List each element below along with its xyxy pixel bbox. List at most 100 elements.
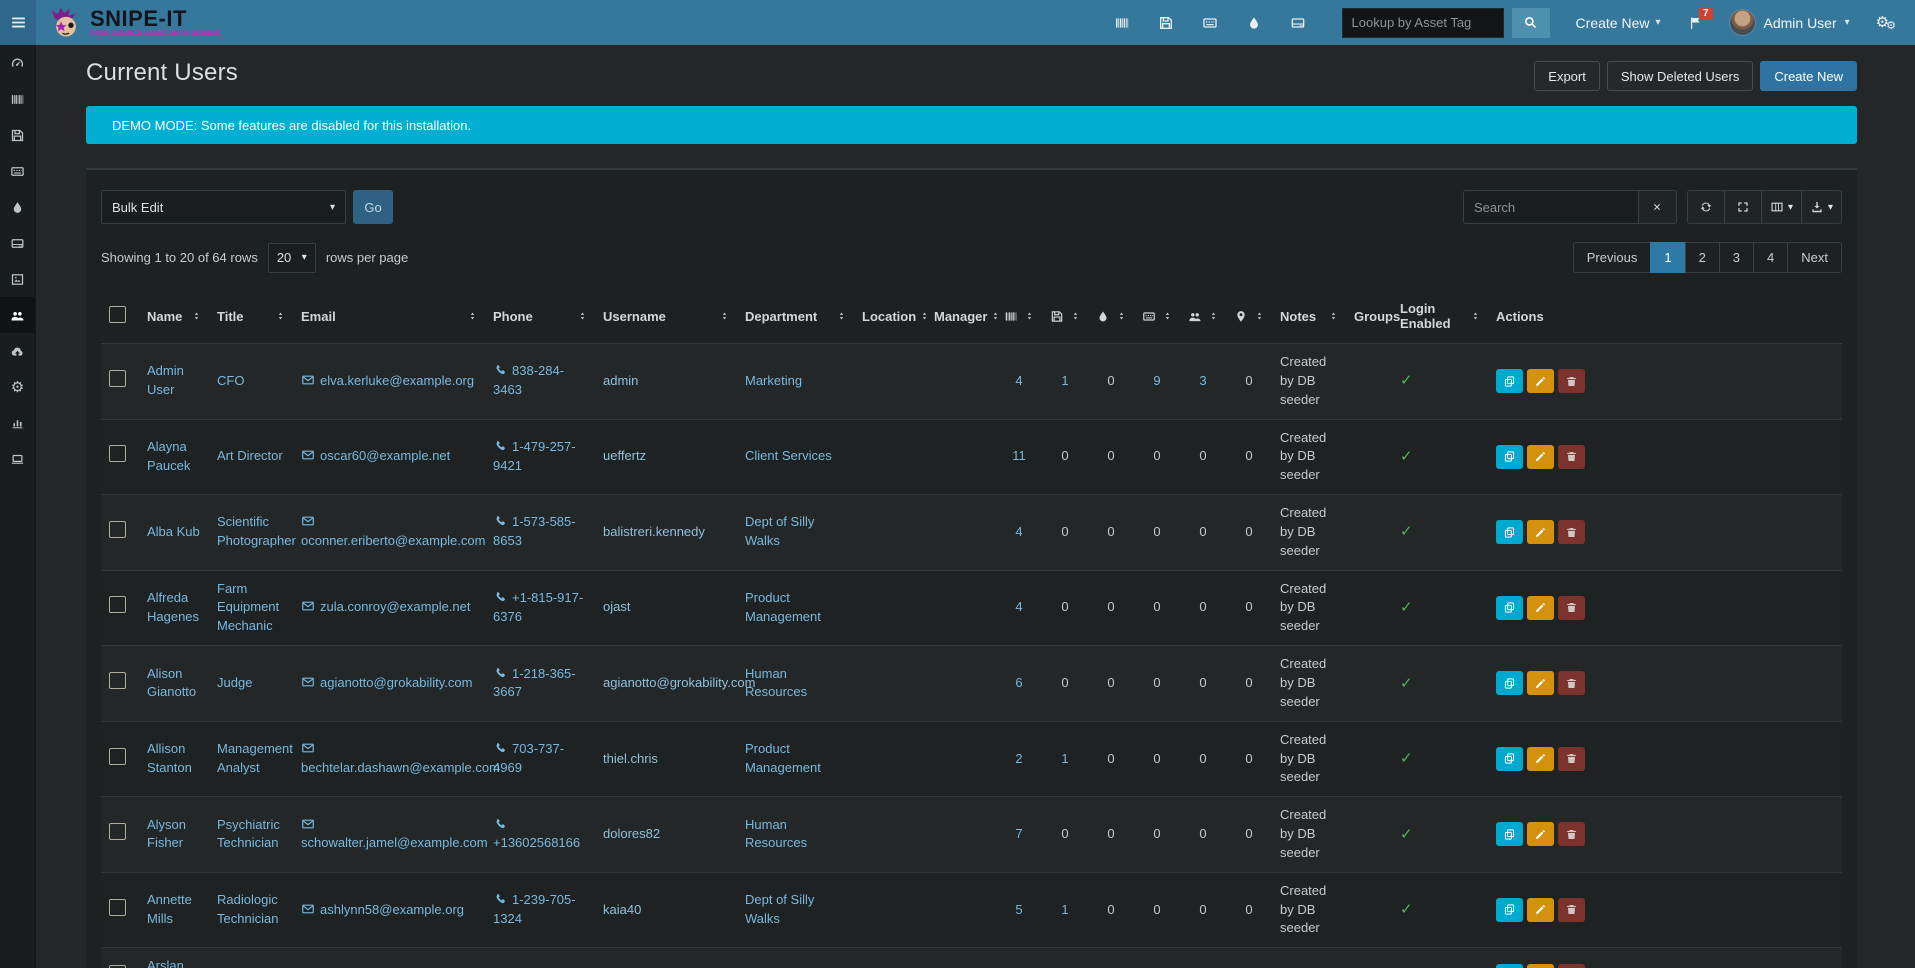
delete-user-button[interactable] (1558, 596, 1585, 620)
user-name-link[interactable]: Alyson Fisher (147, 817, 186, 851)
topbar-components-link[interactable] (1290, 15, 1306, 31)
create-new-button[interactable]: Create New (1760, 61, 1857, 91)
count-link[interactable]: 9 (1153, 372, 1160, 391)
user-name-link[interactable]: Alison Gianotto (147, 666, 196, 700)
user-phone-link[interactable]: 838-284-3463 (493, 363, 564, 397)
sidebar-toggle-button[interactable] (0, 0, 36, 45)
edit-user-button[interactable] (1527, 898, 1554, 922)
show-deleted-users-button[interactable]: Show Deleted Users (1607, 61, 1754, 91)
user-email-link[interactable]: zula.conroy@example.net (301, 599, 471, 614)
sidebar-item-accessories[interactable] (0, 153, 35, 189)
sort-icon[interactable] (192, 309, 201, 323)
count-link[interactable]: 1 (1061, 750, 1068, 769)
user-name-link[interactable]: Annette Mills (147, 892, 192, 926)
edit-user-button[interactable] (1527, 964, 1554, 968)
export-button[interactable]: Export (1534, 61, 1600, 91)
edit-user-button[interactable] (1527, 822, 1554, 846)
alerts-flag-button[interactable]: 7 (1687, 15, 1703, 31)
topbar-create-new-menu[interactable]: Create New ▾ (1576, 15, 1661, 31)
user-name-link[interactable]: Alfreda Hagenes (147, 590, 199, 624)
columns-button[interactable]: ▾ (1761, 190, 1802, 224)
clone-user-button[interactable] (1496, 596, 1523, 620)
page-size-select[interactable]: 20 ▾ (268, 243, 316, 273)
sort-icon[interactable] (1329, 309, 1338, 323)
clone-user-button[interactable] (1496, 445, 1523, 469)
topbar-keyboard-link[interactable] (1202, 15, 1218, 31)
sort-icon[interactable] (991, 309, 1000, 323)
user-title-link[interactable]: Scientific Photographer (217, 514, 296, 548)
user-title-link[interactable]: Management Analyst (217, 741, 293, 775)
count-link[interactable]: 5 (1015, 901, 1022, 920)
user-title-link[interactable]: Farm Equipment Mechanic (217, 581, 279, 634)
count-link[interactable]: 1 (1061, 901, 1068, 920)
admin-settings-button[interactable]: ⚙⚙ (1876, 13, 1893, 32)
bulk-edit-select[interactable]: Bulk Edit ▾ (101, 190, 346, 224)
delete-user-button[interactable] (1558, 964, 1585, 968)
clone-user-button[interactable] (1496, 898, 1523, 922)
user-email-link[interactable]: ashlynn58@example.org (301, 902, 464, 917)
sort-icon[interactable] (1163, 309, 1172, 323)
table-search-input[interactable] (1463, 190, 1639, 224)
sort-icon[interactable] (276, 309, 285, 323)
user-name-link[interactable]: Arslan Khan (147, 958, 184, 968)
count-link[interactable]: 1 (1061, 372, 1068, 391)
topbar-barcode-link[interactable] (1114, 15, 1130, 31)
clone-user-button[interactable] (1496, 671, 1523, 695)
row-checkbox[interactable] (109, 823, 126, 840)
sort-icon[interactable] (578, 309, 587, 323)
sidebar-item-people[interactable] (0, 297, 35, 333)
sort-icon[interactable] (1071, 309, 1080, 323)
user-phone-link[interactable]: 1-573-585-8653 (493, 514, 576, 548)
sidebar-item-dashboard[interactable] (0, 45, 35, 81)
sort-icon[interactable] (1209, 309, 1218, 323)
department-link[interactable]: Human Resources (745, 817, 807, 851)
edit-user-button[interactable] (1527, 596, 1554, 620)
clone-user-button[interactable] (1496, 964, 1523, 968)
edit-user-button[interactable] (1527, 369, 1554, 393)
select-all-checkbox[interactable] (109, 306, 126, 323)
user-name-link[interactable]: Alayna Paucek (147, 439, 190, 473)
sidebar-item-kits[interactable] (0, 261, 35, 297)
department-link[interactable]: Human Resources (745, 666, 807, 700)
sort-icon[interactable] (1255, 309, 1264, 323)
edit-user-button[interactable] (1527, 671, 1554, 695)
user-email-link[interactable]: schowalter.jamel@example.com (301, 817, 488, 851)
clone-user-button[interactable] (1496, 369, 1523, 393)
count-link[interactable]: 4 (1015, 598, 1022, 617)
sort-icon[interactable] (920, 309, 929, 323)
asset-tag-lookup-input[interactable] (1342, 8, 1504, 38)
sort-icon[interactable] (1471, 309, 1480, 323)
clone-user-button[interactable] (1496, 822, 1523, 846)
row-checkbox[interactable] (109, 672, 126, 689)
department-link[interactable]: Product Management (745, 590, 821, 624)
user-phone-link[interactable]: +13602568166 (493, 817, 580, 851)
edit-user-button[interactable] (1527, 445, 1554, 469)
user-phone-link[interactable]: 1-479-257-9421 (493, 439, 576, 473)
app-logo[interactable]: SNIPE-IT OPEN SOURCE ASSET MANAGEMENT (36, 0, 296, 45)
refresh-button[interactable] (1687, 190, 1725, 224)
pagination-previous[interactable]: Previous (1573, 242, 1652, 273)
department-link[interactable]: Client Services (745, 448, 832, 463)
user-phone-link[interactable]: +1-815-917-6376 (493, 590, 583, 624)
user-phone-link[interactable]: 1-239-705-1324 (493, 892, 576, 926)
edit-user-button[interactable] (1527, 520, 1554, 544)
user-email-link[interactable]: oconner.eriberto@example.com (301, 514, 485, 548)
bulk-go-button[interactable]: Go (353, 190, 393, 224)
delete-user-button[interactable] (1558, 520, 1585, 544)
count-link[interactable]: 2 (1015, 750, 1022, 769)
row-checkbox[interactable] (109, 521, 126, 538)
topbar-droplet-link[interactable] (1246, 15, 1262, 31)
user-title-link[interactable]: Judge (217, 675, 252, 690)
sort-icon[interactable] (1025, 309, 1034, 323)
department-link[interactable]: Dept of Silly Walks (745, 892, 814, 926)
sort-icon[interactable] (837, 309, 846, 323)
sidebar-item-assets[interactable] (0, 81, 35, 117)
sidebar-item-reports[interactable] (0, 405, 35, 441)
sidebar-item-requestable[interactable] (0, 441, 35, 477)
user-email-link[interactable]: bechtelar.dashawn@example.com (301, 741, 500, 775)
user-email-link[interactable]: agianotto@grokability.com (301, 675, 472, 690)
delete-user-button[interactable] (1558, 671, 1585, 695)
user-title-link[interactable]: Art Director (217, 448, 283, 463)
clear-search-button[interactable] (1639, 190, 1677, 224)
count-link[interactable]: 4 (1015, 523, 1022, 542)
